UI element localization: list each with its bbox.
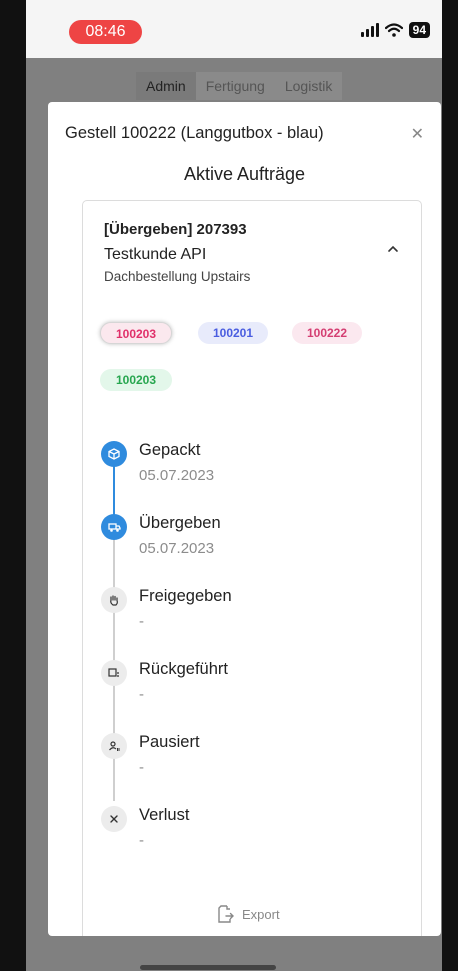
order-description: Dachbestellung Upstairs: [104, 269, 251, 284]
timeline-label: Rückgeführt: [139, 660, 228, 678]
modal-title: Gestell 100222 (Langgutbox - blau): [65, 124, 324, 142]
background-tabs: Admin Fertigung Logistik: [136, 72, 343, 100]
export-label: Export: [242, 906, 280, 922]
timeline-label: Übergeben: [139, 514, 221, 532]
status-time: 08:46: [69, 20, 142, 44]
user-pause-icon: [101, 733, 127, 759]
order-customer: Testkunde API: [104, 246, 207, 263]
package-icon: [101, 441, 127, 467]
rack-modal: Gestell 100222 (Langgutbox - blau) ✕ Akt…: [48, 102, 441, 936]
tab-logistik[interactable]: Logistik: [274, 72, 343, 100]
timeline-label: Freigegeben: [139, 587, 232, 605]
phone-screen: 08:46 94 Admin Fertigung Logistik Gestel…: [26, 0, 442, 971]
chevron-up-icon[interactable]: [387, 245, 399, 253]
order-tag[interactable]: 100201: [198, 322, 268, 344]
cellular-signal-icon: [360, 23, 379, 37]
timeline-date: 05.07.2023: [139, 540, 215, 557]
order-tag[interactable]: 100203: [100, 322, 172, 344]
status-icons: 94: [360, 22, 430, 38]
timeline-label: Gepackt: [139, 441, 201, 459]
truck-icon: [101, 514, 127, 540]
tab-admin[interactable]: Admin: [136, 72, 196, 100]
return-icon: [101, 660, 127, 686]
timeline-label: Verlust: [139, 806, 190, 824]
timeline-date: -: [139, 759, 144, 776]
modal-subtitle: Aktive Aufträge: [183, 164, 306, 184]
timeline-label: Pausiert: [139, 733, 200, 751]
wifi-icon: [384, 23, 403, 37]
timeline-date: -: [139, 832, 144, 849]
timeline-date: -: [139, 613, 144, 630]
order-tag[interactable]: 100222: [292, 322, 362, 344]
order-card: [Übergeben] 207393 Testkunde API Dachbes…: [82, 200, 422, 936]
order-status: [Übergeben] 207393: [104, 221, 247, 238]
export-icon: [218, 905, 234, 923]
status-bar: 08:46 94: [26, 0, 442, 58]
export-button[interactable]: Export: [218, 905, 280, 923]
x-icon: [101, 806, 127, 832]
battery-indicator: 94: [408, 22, 430, 38]
order-tag[interactable]: 100203: [100, 369, 172, 391]
home-indicator: [140, 965, 276, 970]
timeline-date: -: [139, 686, 144, 703]
close-icon[interactable]: ✕: [411, 124, 424, 144]
hand-icon: [101, 587, 127, 613]
timeline-date: 05.07.2023: [139, 467, 215, 484]
tab-fertigung[interactable]: Fertigung: [195, 72, 275, 100]
